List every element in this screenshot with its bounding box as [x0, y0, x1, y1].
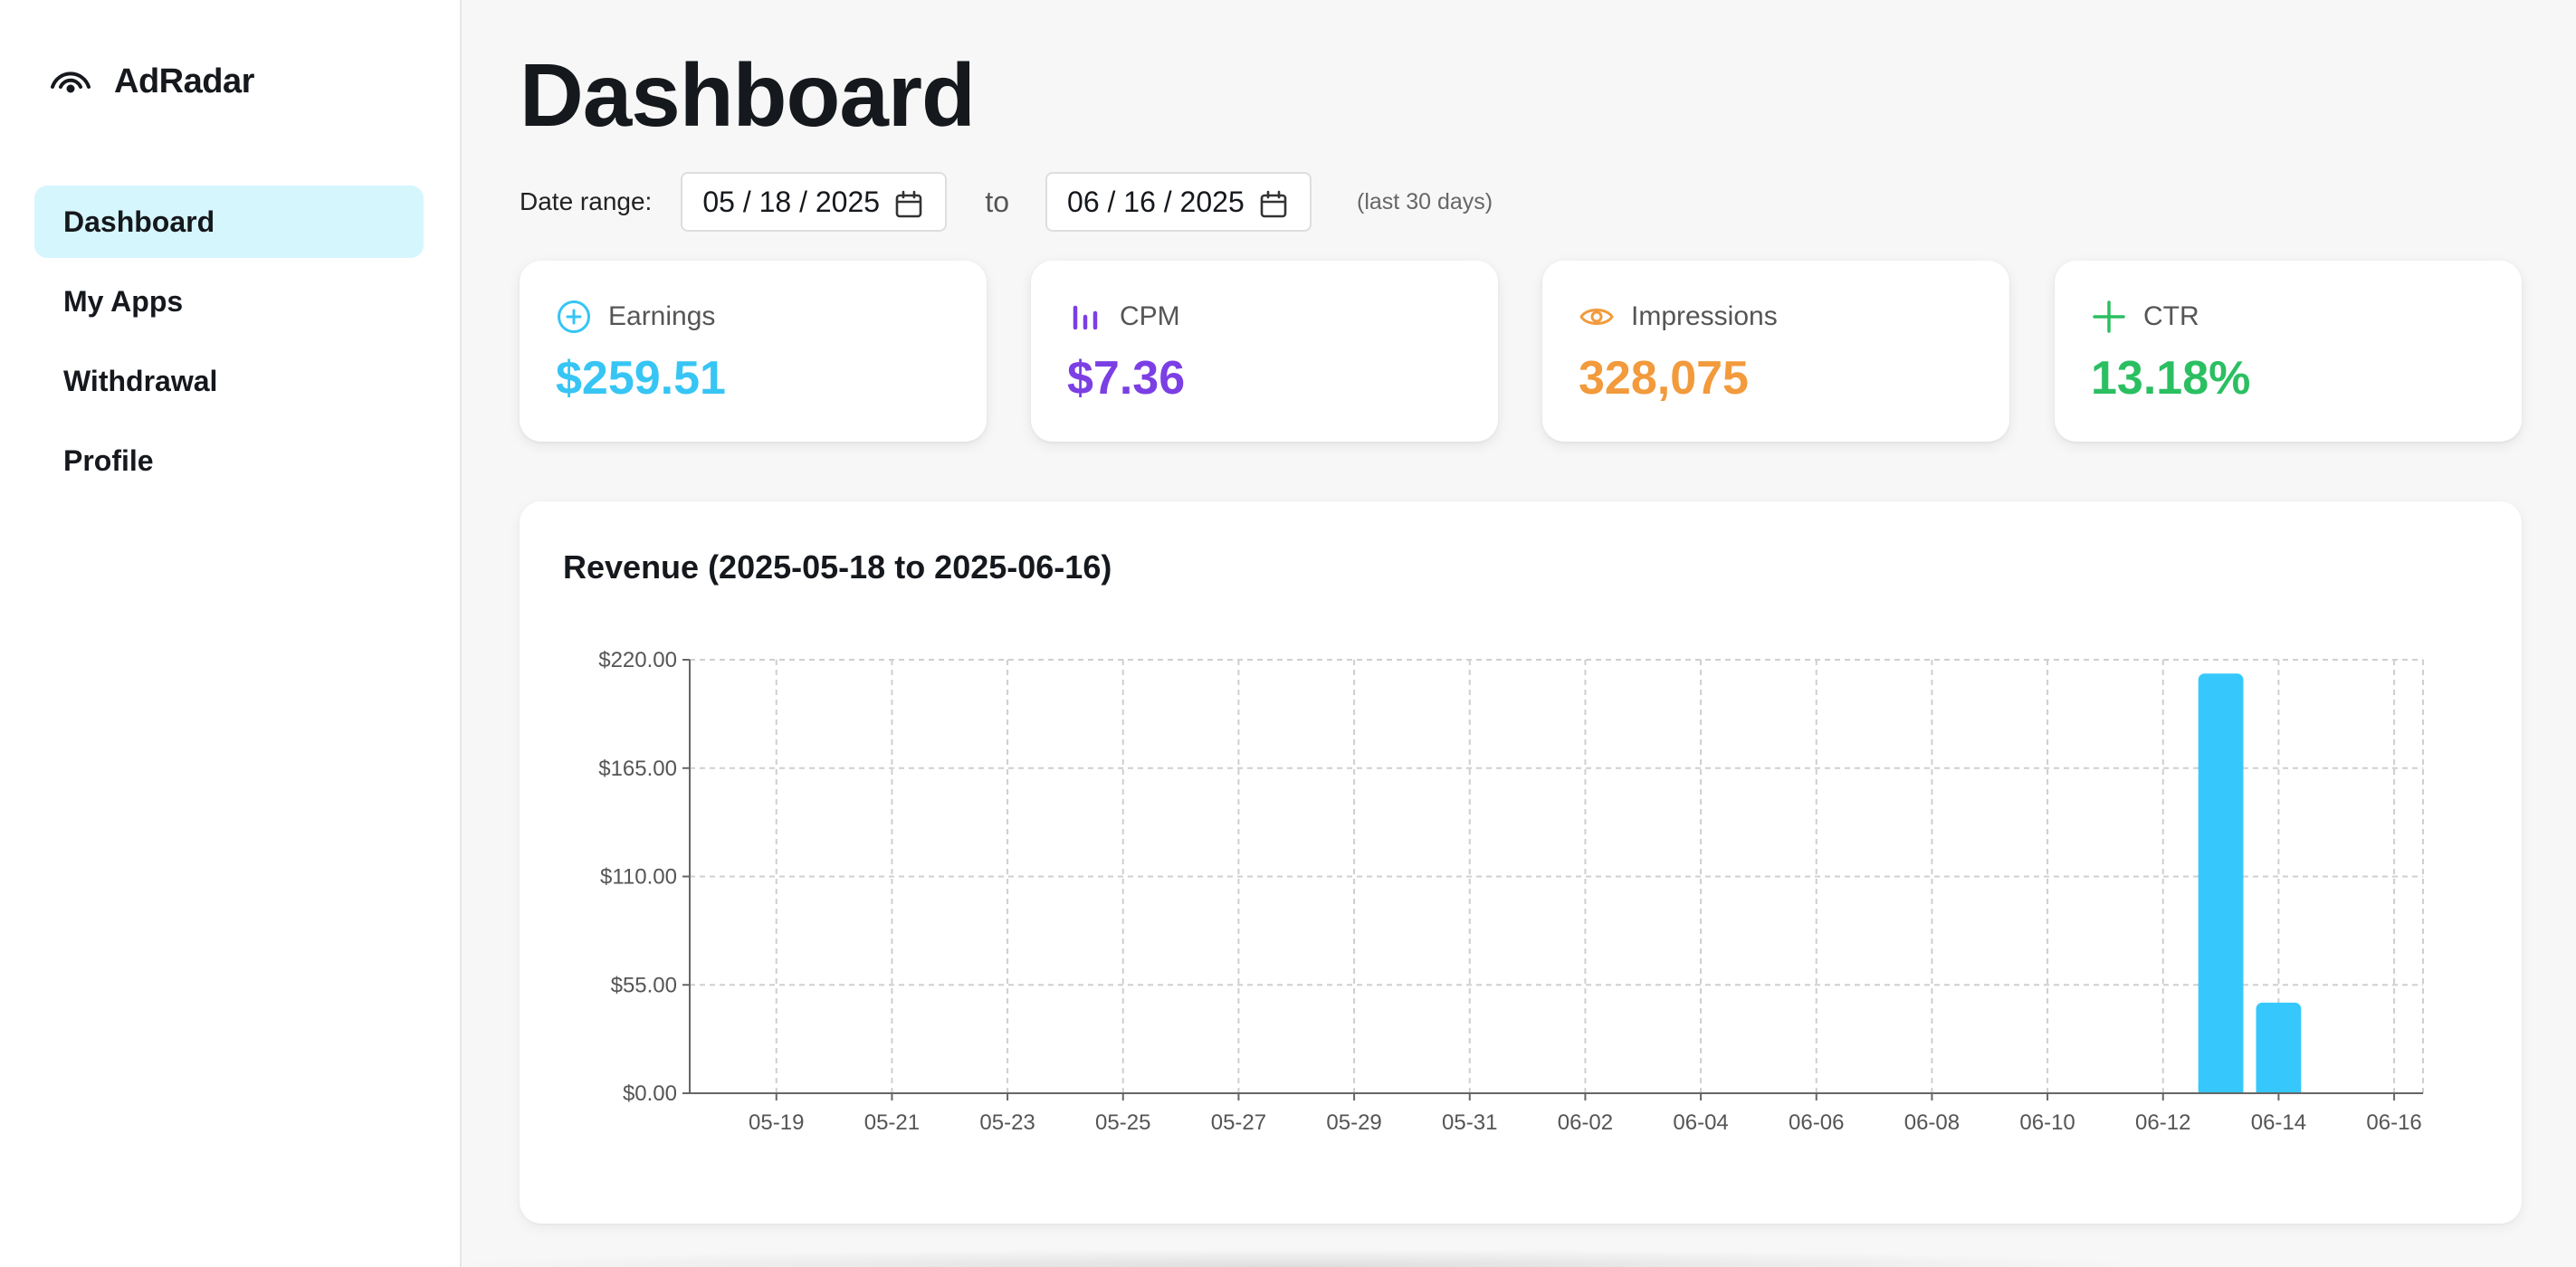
earnings-value: $259.51 [556, 352, 726, 405]
sidebar-item-profile[interactable]: Profile [34, 424, 424, 497]
plus-circle-icon [558, 300, 590, 333]
earnings-card: Earnings $259.51 [520, 261, 987, 442]
sidebar: AdRadar Dashboard My Apps Withdrawal Pro… [0, 0, 462, 1267]
x-tick-label: 06-14 [2251, 1110, 2306, 1135]
impressions-value: 328,075 [1579, 352, 1749, 405]
sidebar-nav: Dashboard My Apps Withdrawal Profile [34, 186, 424, 504]
start-date-input[interactable]: 05 / 18 / 2025 [681, 172, 948, 232]
revenue-chart-card: Revenue (2025-05-18 to 2025-06-16) $0.00… [520, 501, 2522, 1224]
start-date-value: 05 / 18 / 2025 [702, 185, 881, 218]
x-tick-label: 05-19 [749, 1110, 804, 1135]
x-tick-label: 05-27 [1211, 1110, 1266, 1135]
x-tick-label: 05-29 [1326, 1110, 1381, 1135]
cpm-card: CPM $7.36 [1031, 261, 1498, 442]
bar [2198, 673, 2244, 1093]
date-range-to-label: to [985, 185, 1010, 218]
calendar-icon[interactable] [1259, 190, 1288, 219]
sidebar-item-my-apps[interactable]: My Apps [34, 265, 424, 338]
bar [2256, 1002, 2302, 1093]
page-title: Dashboard [520, 45, 976, 145]
x-tick-label: 06-10 [2019, 1110, 2075, 1135]
x-tick-label: 05-21 [864, 1110, 920, 1135]
end-date-input[interactable]: 06 / 16 / 2025 [1045, 172, 1312, 232]
sidebar-item-withdrawal[interactable]: Withdrawal [34, 345, 424, 417]
y-tick-label: $220.00 [598, 648, 677, 672]
date-range-hint: (last 30 days) [1357, 188, 1493, 214]
date-range-label: Date range: [520, 187, 653, 215]
x-tick-label: 06-16 [2366, 1110, 2421, 1135]
bottom-shadow [416, 1249, 2172, 1267]
end-date-value: 06 / 16 / 2025 [1067, 185, 1245, 218]
date-range: Date range: 05 / 18 / 2025 to 06 / 16 / … [520, 172, 1606, 232]
brand-name: AdRadar [114, 62, 254, 100]
y-tick-label: $165.00 [598, 757, 677, 781]
y-tick-label: $55.00 [611, 973, 677, 997]
x-tick-label: 06-04 [1673, 1110, 1728, 1135]
signal-wave-icon [51, 71, 91, 93]
bar-chart-icon [1073, 305, 1098, 330]
plus-icon [2093, 300, 2125, 333]
x-tick-label: 05-25 [1095, 1110, 1150, 1135]
stats-cards: Earnings $259.51 CPM $7.36 Impressions 3… [520, 261, 2522, 442]
y-tick-label: $0.00 [623, 1081, 677, 1106]
x-tick-label: 06-08 [1904, 1110, 1960, 1135]
x-tick-label: 06-06 [1789, 1110, 1844, 1135]
ctr-label: CTR [2143, 301, 2199, 331]
impressions-label: Impressions [1631, 301, 1778, 331]
y-tick-label: $110.00 [600, 865, 677, 890]
x-tick-label: 05-23 [979, 1110, 1035, 1135]
calendar-icon[interactable] [894, 190, 923, 219]
sidebar-item-dashboard[interactable]: Dashboard [34, 186, 424, 258]
impressions-card: Impressions 328,075 [1542, 261, 2009, 442]
ctr-value: 13.18% [2091, 352, 2251, 405]
ctr-card: CTR 13.18% [2055, 261, 2522, 442]
bar-base [2256, 1086, 2302, 1093]
x-tick-label: 05-31 [1442, 1110, 1497, 1135]
eye-icon [1579, 309, 1614, 325]
x-tick-label: 06-12 [2135, 1110, 2190, 1135]
cpm-label: CPM [1120, 301, 1180, 331]
brand[interactable]: AdRadar [49, 60, 254, 103]
cpm-value: $7.36 [1067, 352, 1186, 405]
bar-base [2198, 1086, 2244, 1093]
revenue-bar-chart: $0.00 $55.00 $110.00 $165.00 $220.00 05-19 05-… [598, 648, 2424, 1135]
x-tick-label: 06-02 [1558, 1110, 1613, 1135]
earnings-label: Earnings [608, 301, 716, 331]
